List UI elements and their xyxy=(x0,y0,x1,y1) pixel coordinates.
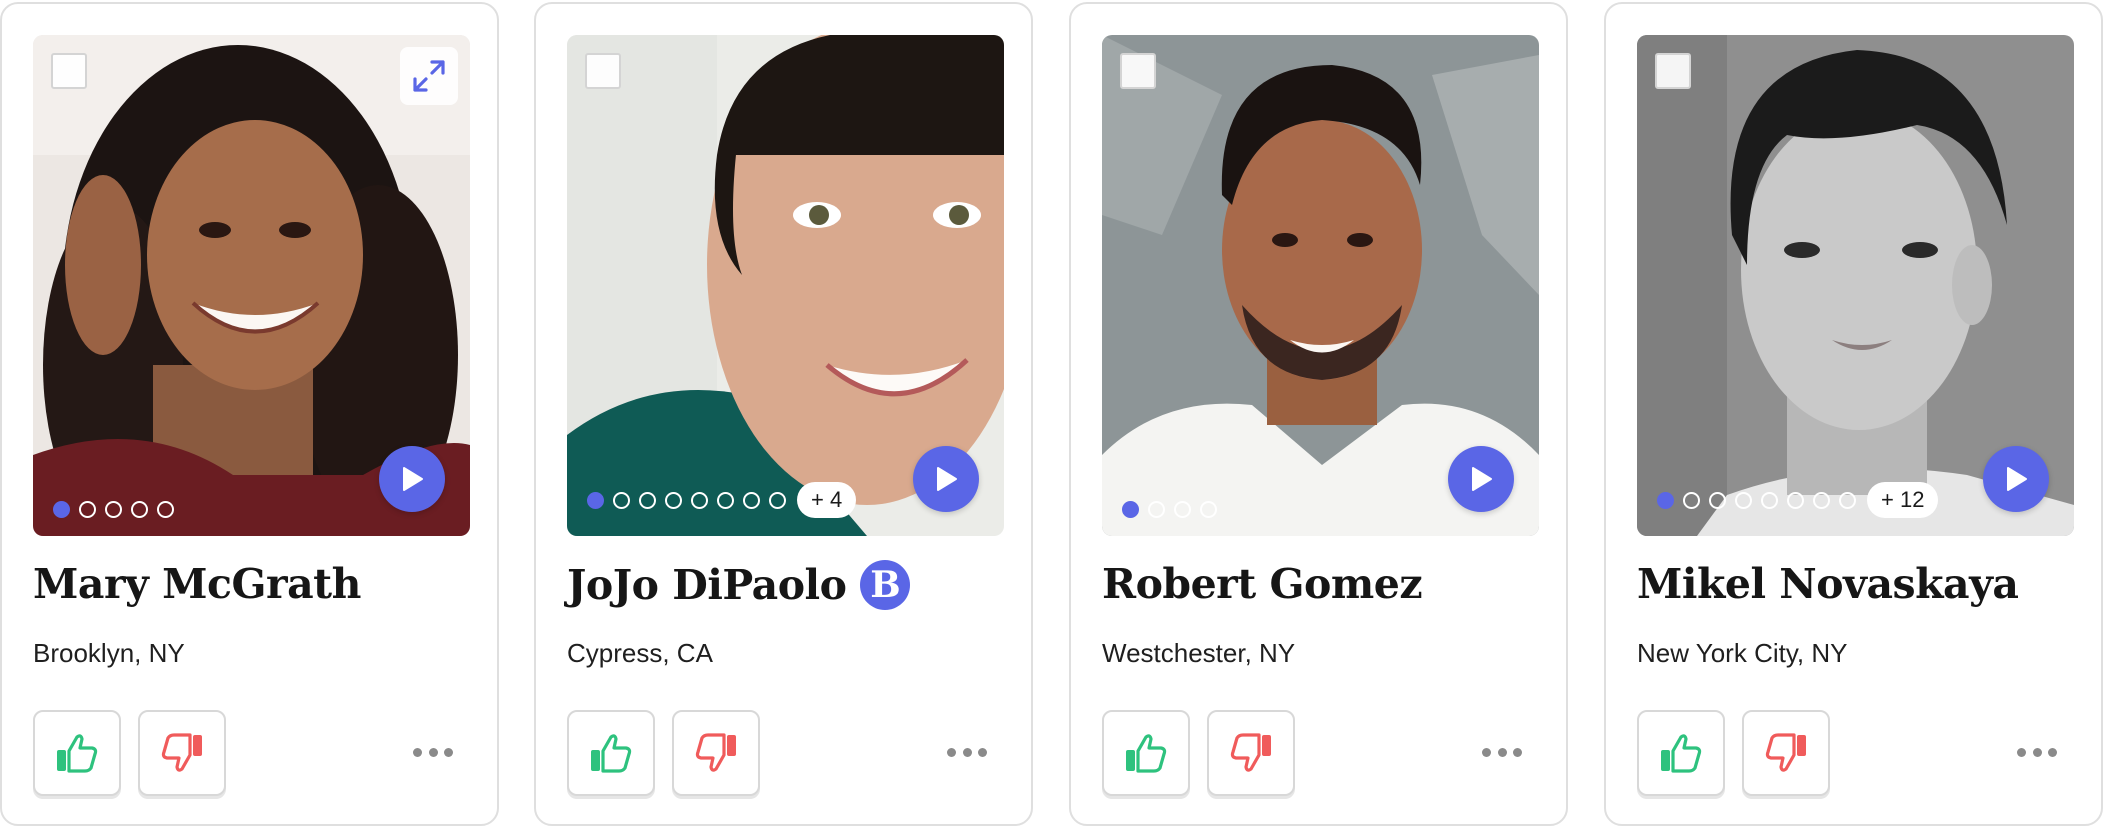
talent-location: Brooklyn, NY xyxy=(33,638,185,668)
talent-name[interactable]: Mary McGrath xyxy=(33,560,361,608)
carousel-dot[interactable] xyxy=(105,501,122,518)
carousel-dot[interactable] xyxy=(717,491,734,509)
play-reel-button[interactable] xyxy=(1448,446,1514,512)
carousel-dot[interactable] xyxy=(1709,491,1726,509)
carousel-dot[interactable] xyxy=(79,501,96,518)
talent-card[interactable]: Mary McGrath Brooklyn, NY xyxy=(0,2,499,826)
carousel-dot[interactable] xyxy=(691,491,708,509)
play-icon xyxy=(2007,467,2027,491)
thumbs-down-icon xyxy=(695,733,736,772)
more-options-button[interactable] xyxy=(1482,742,1522,762)
photo-carousel-indicator xyxy=(53,501,174,518)
talent-name[interactable]: Robert Gomez xyxy=(1102,560,1423,608)
thumbs-down-button[interactable] xyxy=(672,710,760,796)
thumbs-down-button[interactable] xyxy=(1207,710,1295,796)
more-options-button[interactable] xyxy=(413,742,453,762)
headshot-photo[interactable] xyxy=(33,35,470,536)
dot-icon xyxy=(978,747,987,757)
carousel-dot[interactable] xyxy=(1174,501,1191,518)
photo-carousel-indicator xyxy=(1122,501,1217,518)
talent-name[interactable]: JoJo DiPaolo xyxy=(567,561,847,609)
thumbs-up-icon xyxy=(1126,734,1167,773)
carousel-dot[interactable] xyxy=(1761,491,1778,509)
dot-icon xyxy=(413,747,422,757)
talent-card[interactable]: + 12 Mikel Novaskaya New York City, NY xyxy=(1604,2,2103,826)
dot-icon xyxy=(947,747,956,757)
thumbs-up-button[interactable] xyxy=(1102,710,1190,796)
expand-button[interactable] xyxy=(400,47,458,105)
photo-carousel-indicator: + 4 xyxy=(587,482,857,518)
headshot-photo[interactable] xyxy=(1102,35,1539,536)
carousel-dot[interactable] xyxy=(1787,491,1804,509)
play-reel-button[interactable] xyxy=(379,446,445,512)
thumbs-up-button[interactable] xyxy=(33,710,121,796)
talent-location: Westchester, NY xyxy=(1102,638,1296,668)
thumbs-down-icon xyxy=(161,733,202,772)
carousel-dot[interactable] xyxy=(1839,491,1856,509)
talent-location: New York City, NY xyxy=(1637,638,1848,668)
carousel-dot[interactable] xyxy=(743,491,760,509)
talent-card[interactable]: Robert Gomez Westchester, NY xyxy=(1069,2,1568,826)
thumbs-down-icon xyxy=(1230,733,1271,772)
carousel-dot[interactable] xyxy=(53,501,70,518)
select-checkbox[interactable] xyxy=(1655,53,1691,89)
thumbs-down-button[interactable] xyxy=(138,710,226,796)
select-checkbox[interactable] xyxy=(585,53,621,89)
select-checkbox[interactable] xyxy=(51,53,87,89)
badge-letter: B xyxy=(870,564,901,606)
thumbs-up-icon xyxy=(591,734,632,773)
headshot-photo[interactable]: + 4 xyxy=(567,35,1004,536)
dot-icon xyxy=(444,747,453,757)
carousel-dot[interactable] xyxy=(1148,501,1165,518)
carousel-dot[interactable] xyxy=(1657,491,1674,509)
more-options-button[interactable] xyxy=(947,742,987,762)
carousel-dot[interactable] xyxy=(1683,491,1700,509)
more-options-button[interactable] xyxy=(2017,742,2057,762)
thumbs-up-button[interactable] xyxy=(567,710,655,796)
talent-location: Cypress, CA xyxy=(567,638,713,668)
thumbs-down-icon xyxy=(1765,733,1806,772)
carousel-dot[interactable] xyxy=(613,491,630,509)
carousel-dot[interactable] xyxy=(1122,501,1139,518)
talent-name[interactable]: Mikel Novaskaya xyxy=(1637,560,2019,608)
carousel-dot[interactable] xyxy=(1735,491,1752,509)
thumbs-up-icon xyxy=(57,734,98,773)
more-photos-count[interactable]: + 12 xyxy=(1867,482,1939,518)
photo-carousel-indicator: + 12 xyxy=(1657,482,1939,518)
play-icon xyxy=(937,467,957,491)
carousel-dot[interactable] xyxy=(157,501,174,518)
dot-icon xyxy=(2017,747,2026,757)
talent-card[interactable]: + 4 JoJo DiPaolo B Cypress, CA xyxy=(534,2,1033,826)
carousel-dot[interactable] xyxy=(1200,501,1217,518)
dot-icon xyxy=(2048,747,2057,757)
carousel-dot[interactable] xyxy=(131,501,148,518)
carousel-dot[interactable] xyxy=(665,491,682,509)
dot-icon xyxy=(428,747,438,757)
headshot-photo[interactable]: + 12 xyxy=(1637,35,2074,536)
play-reel-button[interactable] xyxy=(913,446,979,512)
select-checkbox[interactable] xyxy=(1120,53,1156,89)
dot-icon xyxy=(1513,747,1522,757)
carousel-dot[interactable] xyxy=(1813,491,1830,509)
dot-icon xyxy=(2032,747,2042,757)
b-badge-icon: B xyxy=(860,560,911,610)
dot-icon xyxy=(962,747,972,757)
dot-icon xyxy=(1497,747,1507,757)
expand-icon xyxy=(413,60,445,92)
thumbs-down-button[interactable] xyxy=(1742,710,1830,796)
thumbs-up-icon xyxy=(1661,734,1702,773)
more-photos-count[interactable]: + 4 xyxy=(797,482,857,518)
carousel-dot[interactable] xyxy=(639,491,656,509)
dot-icon xyxy=(1482,747,1491,757)
carousel-dot[interactable] xyxy=(769,491,786,509)
thumbs-up-button[interactable] xyxy=(1637,710,1725,796)
play-icon xyxy=(403,467,423,491)
play-reel-button[interactable] xyxy=(1983,446,2049,512)
carousel-dot[interactable] xyxy=(587,491,604,509)
play-icon xyxy=(1472,467,1492,491)
